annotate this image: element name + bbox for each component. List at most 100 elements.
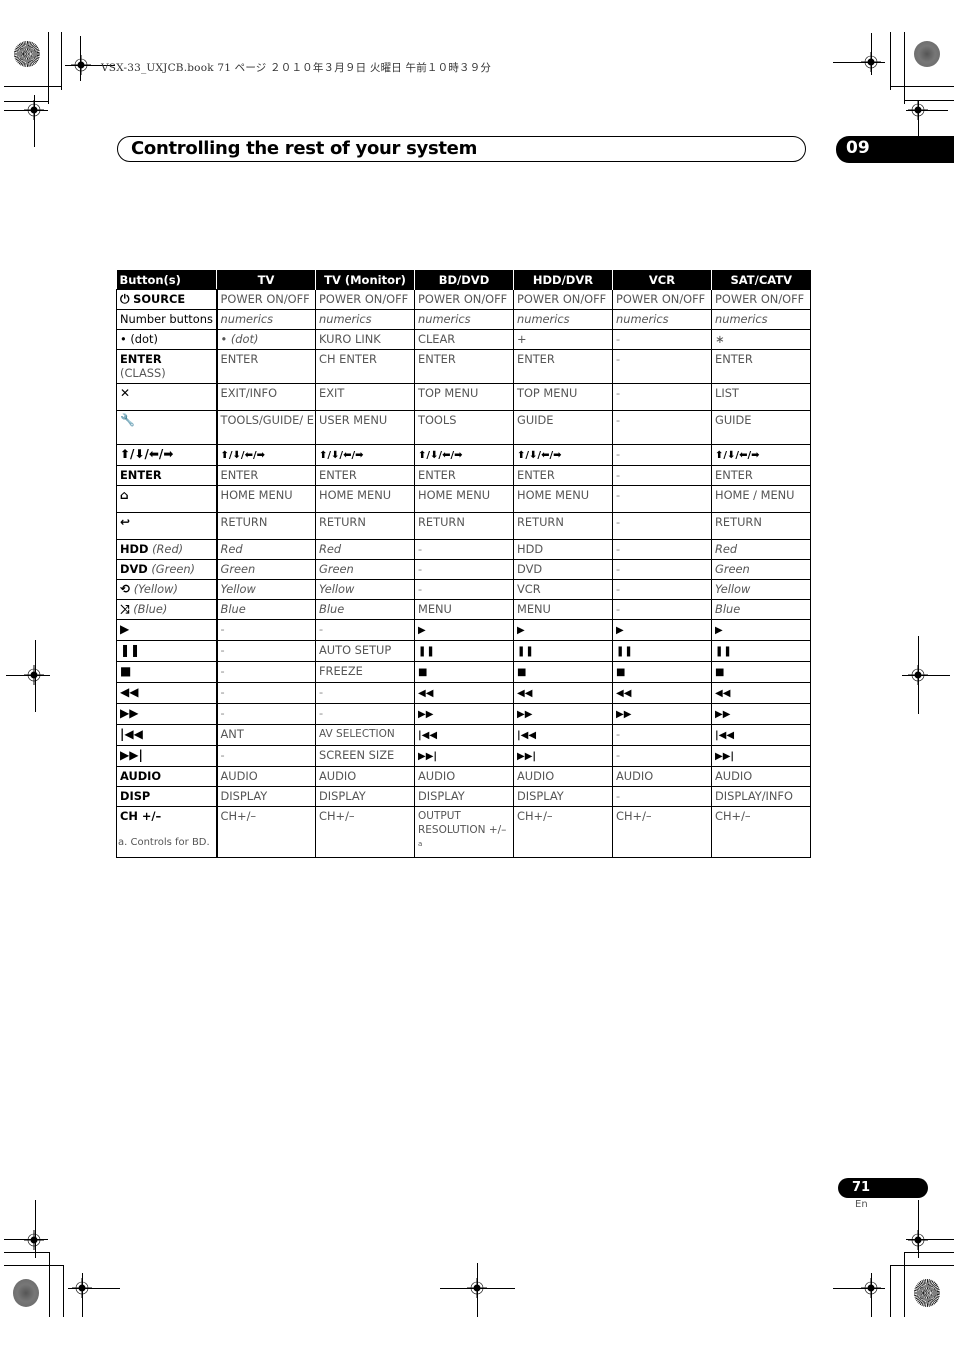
mapping-cell: Blue <box>315 599 415 620</box>
mapping-cell: DVD <box>513 559 613 580</box>
mapping-cell: - <box>414 539 514 560</box>
footnote-marker: a <box>418 840 423 848</box>
cell-value: Green <box>220 562 256 576</box>
button-cell: CH +/– <box>116 806 218 858</box>
mapping-cell: ❚❚ <box>612 640 712 662</box>
power-icon: ⏻ <box>120 292 130 306</box>
mapping-cell: ▶▶ <box>711 703 811 725</box>
table-row: ▶▶| - SCREEN SIZE ▶▶| ▶▶| - ▶▶| <box>116 745 811 767</box>
cell-value: TOP MENU <box>517 386 578 400</box>
mapping-cell: AUDIO <box>711 766 811 787</box>
cell-value: RETURN <box>319 515 366 529</box>
mapping-cell: |◀◀ <box>414 724 514 746</box>
mapping-cell: TOP MENU <box>414 383 514 411</box>
mapping-cell: Red <box>315 539 415 560</box>
button-color-label: (Red) <box>152 542 184 556</box>
mapping-cell: ❚❚ <box>414 640 514 662</box>
column-header: HDD/DVR <box>513 270 613 290</box>
cell-value: POWER ON/OFF <box>715 292 805 306</box>
mapping-cell: LIST <box>711 383 811 411</box>
cell-value: ENTER <box>319 468 357 482</box>
crop-line <box>4 110 48 111</box>
cell-value: - <box>616 352 621 366</box>
cell-value: HOME MENU <box>319 488 392 502</box>
mapping-cell: Yellow <box>216 579 316 600</box>
cell-value: ▶ <box>616 625 624 636</box>
mapping-cell: - <box>612 410 712 445</box>
crop-line <box>49 1252 50 1317</box>
mapping-cell: DISPLAY <box>513 786 613 807</box>
mapping-cell: Red <box>216 539 316 560</box>
crop-line <box>918 1200 919 1258</box>
cell-value: CLEAR <box>418 332 456 346</box>
cell-value: - <box>616 447 621 461</box>
mapping-cell: ◀◀ <box>612 682 712 704</box>
mapping-cell: EXIT <box>315 383 415 411</box>
crop-line <box>68 1288 120 1289</box>
crop-line <box>63 1265 64 1317</box>
page-number: 71 <box>838 1178 928 1198</box>
cell-value: CH ENTER <box>319 352 377 366</box>
cell-value: HDD <box>517 542 544 556</box>
play-icon: ▶ <box>120 622 130 636</box>
cell-value: DISPLAY/INFO <box>715 789 793 803</box>
mapping-cell: - <box>216 661 316 683</box>
cell-value: HOME MENU <box>517 488 590 502</box>
cell-value: ANT <box>220 727 244 741</box>
cell-value: DISPLAY <box>220 789 268 803</box>
cell-value: - <box>220 685 225 699</box>
mapping-cell: POWER ON/OFF <box>711 289 811 310</box>
button-cell: ❚❚ <box>116 640 218 662</box>
button-color-label: (Yellow) <box>133 582 178 596</box>
crop-line <box>833 1288 885 1289</box>
table-row: ⏻ SOURCE POWER ON/OFF POWER ON/OFF POWER ON… <box>116 289 811 310</box>
mapping-cell: DISPLAY <box>216 786 316 807</box>
mapping-cell: AV SELECTION <box>315 724 415 746</box>
registration-disc-icon <box>914 41 940 67</box>
mapping-cell: HOME MENU <box>414 485 514 513</box>
mapping-cell: CH+/– <box>612 806 712 858</box>
mapping-cell: KURO LINK <box>315 329 415 350</box>
mapping-cell: CH+/– <box>216 806 316 858</box>
cell-value: AUDIO <box>220 769 258 783</box>
button-name: DISP <box>120 789 151 803</box>
cell-value: TOOLS <box>418 413 457 427</box>
mapping-cell: ▶ <box>414 619 514 641</box>
mapping-cell: ■ <box>414 661 514 683</box>
cell-value: numerics <box>616 312 669 326</box>
section-title-bar: Controlling the rest of your system <box>117 136 806 162</box>
button-cell: ⟲ (Yellow) <box>116 579 218 600</box>
cell-value: ENTER <box>715 352 753 366</box>
mapping-cell: • (dot) <box>216 329 316 350</box>
cell-value: - <box>220 622 225 636</box>
mapping-cell: - <box>612 539 712 560</box>
mapping-cell: numerics <box>711 309 811 330</box>
cell-value: ▶▶ <box>418 709 434 720</box>
table-row: Number buttons numerics numerics numerics nu… <box>116 309 811 330</box>
cell-value: AUDIO <box>517 769 555 783</box>
mapping-cell: - <box>216 703 316 725</box>
mapping-cell: - <box>216 682 316 704</box>
cell-value: RETURN <box>418 515 465 529</box>
cell-value: - <box>319 622 324 636</box>
mapping-cell: Red <box>711 539 811 560</box>
page-language: En <box>855 1199 868 1210</box>
button-cell: ▶▶ <box>116 703 218 725</box>
skip-next-icon: ▶▶| <box>120 748 143 762</box>
cell-value: ENTER <box>418 352 456 366</box>
mapping-cell: - <box>216 619 316 641</box>
crop-line <box>82 1273 83 1317</box>
cell-value: ■ <box>616 667 626 678</box>
cell-value: Red <box>220 542 243 556</box>
mapping-cell: ⬆/⬇/⬅/➡ <box>513 444 613 466</box>
mapping-cell: CH+/– <box>315 806 415 858</box>
cell-value: CH+/– <box>517 809 553 823</box>
button-cell: ▶▶| <box>116 745 218 767</box>
cell-value: ▶ <box>418 625 426 636</box>
table-row: ✕ EXIT/INFO EXIT TOP MENU TOP MENU - LIST <box>116 383 811 411</box>
cell-value: POWER ON/OFF <box>220 292 310 306</box>
table-row: DISP DISPLAY DISPLAY DISPLAY DISPLAY - DISPLAY… <box>116 786 811 807</box>
mapping-cell: TOOLS <box>414 410 514 445</box>
mapping-cell: EXIT/INFO <box>216 383 316 411</box>
mapping-cell: MENU <box>414 599 514 620</box>
